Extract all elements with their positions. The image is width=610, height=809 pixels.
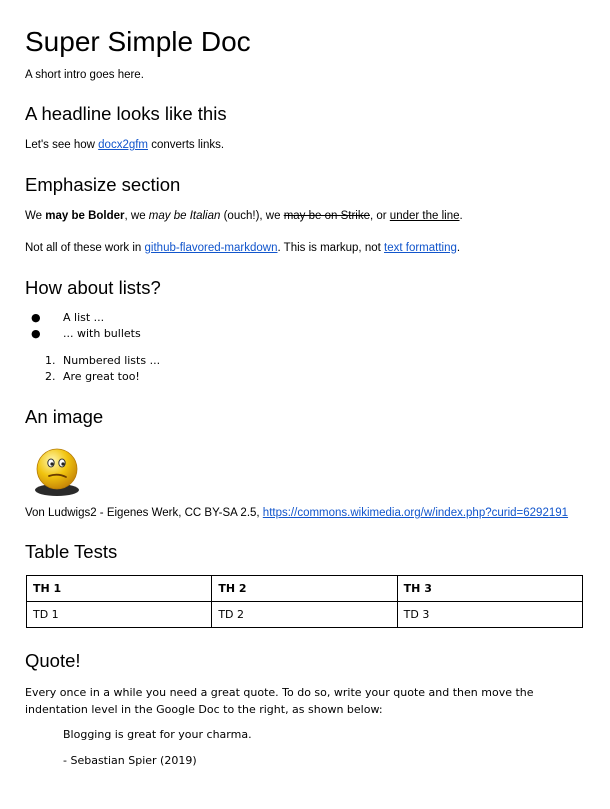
list-item-text: ... with bullets xyxy=(63,327,141,340)
heading-lists: How about lists? xyxy=(25,277,161,298)
table-header-cell: TH 1 xyxy=(25,575,213,602)
text: . xyxy=(459,210,463,222)
text: . xyxy=(456,242,461,254)
list-number: 1. xyxy=(45,354,56,367)
links-paragraph: Let's see how docx2gfm converts links. xyxy=(25,137,224,153)
underline-text: under the line xyxy=(389,210,460,222)
list-item: ● ... with bullets xyxy=(25,326,141,342)
bullet-list: ● A list ... ● ... with bullets xyxy=(25,310,141,342)
table-cell: TD 3 xyxy=(396,601,584,628)
list-item: 1. Numbered lists ... xyxy=(25,353,160,369)
blockquote-text: Blogging is great for your charma. xyxy=(63,728,252,741)
bullet-icon: ● xyxy=(31,327,41,340)
table-cell: TD 1 xyxy=(25,601,213,628)
strike-text: may be on Strike xyxy=(283,210,370,222)
image-caption: Von Ludwigs2 - Eigenes Werk, CC BY-SA 2.… xyxy=(25,505,568,521)
heading-emphasize: Emphasize section xyxy=(25,174,181,195)
table-header-cell: TH 2 xyxy=(211,575,398,602)
confused-smiley-icon xyxy=(35,448,79,496)
markup-paragraph: Not all of these work in github-flavored… xyxy=(25,240,460,256)
quote-intro-paragraph: Every once in a while you need a great q… xyxy=(25,686,534,716)
table-header-row: TH 1 TH 2 TH 3 xyxy=(25,575,584,602)
list-item: 2. Are great too! xyxy=(25,369,160,385)
quote-attribution: - Sebastian Spier (2019) xyxy=(63,754,197,767)
list-item-text: A list ... xyxy=(63,311,105,324)
bullet-icon: ● xyxy=(31,311,41,324)
caption-text: Von Ludwigs2 - Eigenes Werk, CC BY-SA 2.… xyxy=(25,507,263,519)
intro-text: A short intro goes here. xyxy=(25,69,144,81)
data-table: TH 1 TH 2 TH 3 TD 1 TD 2 TD 3 xyxy=(25,575,584,628)
text-formatting-link[interactable]: text formatting xyxy=(384,242,457,254)
emphasis-paragraph: We may be Bolder, we may be Italian (ouc… xyxy=(25,208,463,224)
text: Not all of these work in xyxy=(25,242,145,254)
text: , we xyxy=(124,210,149,222)
heading-image: An image xyxy=(25,406,104,427)
text: Let's see how xyxy=(25,139,99,151)
text: (ouch!), we xyxy=(220,210,284,222)
text: We xyxy=(25,210,46,222)
heading-table: Table Tests xyxy=(25,541,118,562)
heading-headline: A headline looks like this xyxy=(25,103,227,124)
docx2gfm-link[interactable]: docx2gfm xyxy=(98,139,148,151)
list-item: ● A list ... xyxy=(25,310,141,326)
table-row: TD 1 TD 2 TD 3 xyxy=(25,601,584,628)
wikimedia-link[interactable]: https://commons.wikimedia.org/w/index.ph… xyxy=(263,507,568,519)
gfm-link[interactable]: github-flavored-markdown xyxy=(145,242,278,254)
text: converts links. xyxy=(148,139,225,151)
numbered-list: 1. Numbered lists ... 2. Are great too! xyxy=(25,353,160,385)
list-number: 2. xyxy=(45,370,56,383)
heading-quote: Quote! xyxy=(25,650,81,671)
list-item-text: Numbered lists ... xyxy=(63,354,161,367)
list-item-text: Are great too! xyxy=(63,370,140,383)
document-title: Super Simple Doc xyxy=(25,26,251,57)
bold-text: may be Bolder xyxy=(45,210,125,222)
table-header-cell: TH 3 xyxy=(396,575,584,602)
text: . This is markup, not xyxy=(277,242,385,254)
text: , or xyxy=(369,210,390,222)
italic-text: may be Italian xyxy=(148,210,221,222)
table-cell: TD 2 xyxy=(211,601,398,628)
